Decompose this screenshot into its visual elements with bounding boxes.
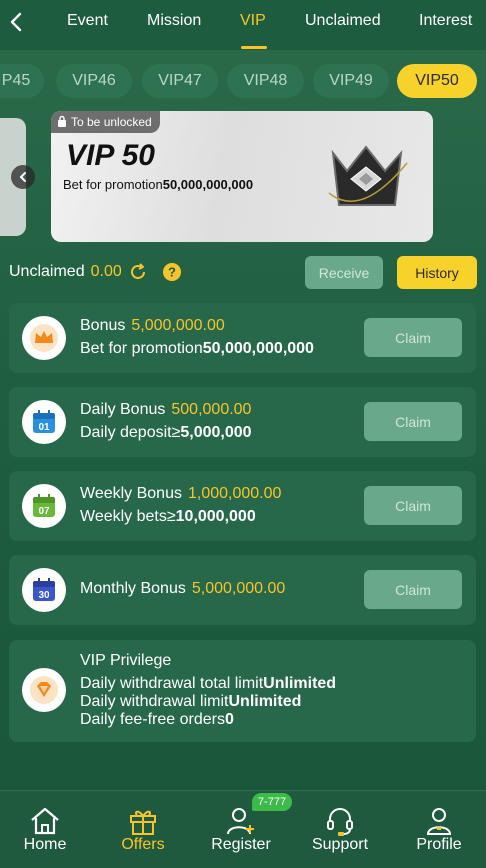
nav-support[interactable]: Support [295,791,385,868]
svg-text:07: 07 [38,506,50,517]
svg-text:30: 30 [38,590,50,601]
lock-label: To be unlocked [71,115,152,129]
vip-level-banner: To be unlocked VIP 50 Bet for promotion5… [51,111,433,242]
reward-title: Weekly Bonus 1,000,000.00 [80,485,282,502]
reward-requirement: Bet for promotion50,000,000,000 [80,340,314,357]
top-nav: Event Mission VIP Unclaimed Interest [0,0,486,50]
reward-card-bonus: Bonus 5,000,000.00 Bet for promotion50,00… [9,303,476,373]
tab-interest[interactable]: Interest [419,12,472,30]
register-bonus-badge: 7-777 [252,793,292,811]
help-icon[interactable]: ? [162,262,182,282]
privilege-line: Daily withdrawal limitUnlimited [80,693,302,710]
lock-badge: To be unlocked [51,111,160,133]
reward-title: Monthly Bonus 5,000,000.00 [80,580,286,597]
privilege-line: Daily withdrawal total limitUnlimited [80,675,337,692]
banner-title: VIP 50 [66,139,155,172]
reward-title: Daily Bonus 500,000.00 [80,401,252,418]
svg-text:?: ? [168,265,176,280]
claim-button[interactable]: Claim [364,486,462,525]
reward-card-daily: 01 Daily Bonus 500,000.00 Daily deposit≥5… [9,387,476,457]
tab-mission[interactable]: Mission [147,12,201,30]
vip-level-pill[interactable]: VIP46 [56,64,132,98]
reward-requirement: Daily deposit≥5,000,000 [80,424,252,441]
claim-button[interactable]: Claim [364,570,462,609]
vip-level-pill[interactable]: P45 [0,64,44,98]
crown-icon [22,316,66,360]
tab-vip[interactable]: VIP [240,12,266,30]
unclaimed-label: Unclaimed [9,263,85,280]
claim-button[interactable]: Claim [364,402,462,441]
unclaimed-amount: 0.00 [90,263,122,280]
vip-level-pill[interactable]: VIP49 [313,64,389,98]
vip-level-pill[interactable]: VIP48 [227,64,304,98]
user-icon [426,808,452,835]
calendar-30-icon: 30 [22,568,66,612]
back-arrow-icon[interactable] [6,10,28,34]
nav-profile[interactable]: Profile [394,791,484,868]
tab-unclaimed[interactable]: Unclaimed [305,12,381,30]
claim-button[interactable]: Claim [364,318,462,357]
diamond-icon [22,668,66,712]
home-icon [31,807,59,835]
refresh-icon[interactable] [128,262,148,282]
reward-card-monthly: 30 Monthly Bonus 5,000,000.00 Claim [9,555,476,625]
tab-event[interactable]: Event [67,12,108,30]
vip-privilege-card: VIP Privilege Daily withdrawal total lim… [9,640,476,742]
active-tab-indicator [241,46,267,49]
carousel-prev-icon[interactable] [11,165,35,189]
receive-button[interactable]: Receive [305,256,383,289]
banner-subtitle: Bet for promotion50,000,000,000 [63,177,254,192]
reward-title: Bonus 5,000,000.00 [80,317,225,334]
gift-icon [130,810,156,835]
calendar-01-icon: 01 [22,400,66,444]
privilege-line: Daily fee-free orders0 [80,711,234,728]
calendar-07-icon: 07 [22,484,66,528]
vip-level-pill[interactable]: VIP47 [142,64,218,98]
vip-level-pill-selected[interactable]: VIP50 [397,64,477,98]
nav-offers[interactable]: Offers [98,791,188,868]
vip-crown-badge-icon [321,133,411,223]
bottom-nav: Home Offers Register Support Profile [0,790,486,868]
privilege-title: VIP Privilege [80,652,172,669]
nav-home[interactable]: Home [0,791,90,868]
reward-card-weekly: 07 Weekly Bonus 1,000,000.00 Weekly bets≥… [9,471,476,541]
unclaimed-summary: Unclaimed 0.00 ? [9,262,182,282]
reward-requirement: Weekly bets≥10,000,000 [80,508,256,525]
history-button[interactable]: History [397,256,477,289]
svg-text:01: 01 [38,422,50,433]
lock-icon [57,115,67,130]
headset-icon [327,808,353,836]
